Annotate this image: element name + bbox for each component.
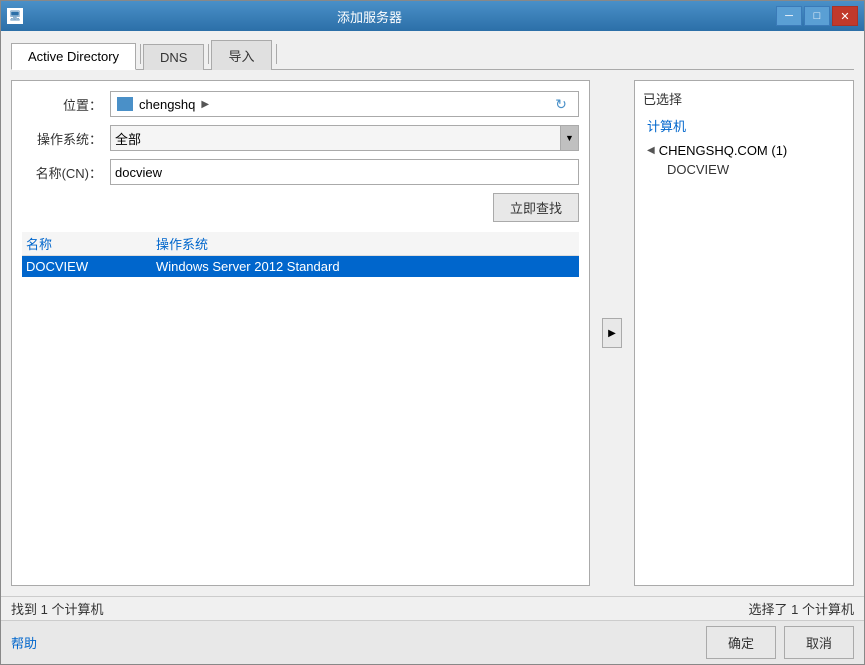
col-os-header[interactable]: 操作系统: [156, 234, 575, 253]
tab-separator-2: [208, 44, 209, 64]
location-inner: chengshq ▶: [117, 97, 209, 112]
transfer-column: ▶: [600, 80, 624, 586]
left-panel: 位置： chengshq ▶ ↻ 操作系统： 全部: [11, 80, 590, 586]
cancel-button[interactable]: 取消: [784, 626, 854, 659]
os-row: 操作系统： 全部 ▼: [22, 125, 579, 151]
location-arrow-icon: ▶: [201, 99, 209, 110]
dropdown-arrow-icon: ▼: [560, 126, 578, 150]
selected-group[interactable]: ◀ CHENGSHQ.COM (1): [643, 141, 845, 160]
tab-active-directory[interactable]: Active Directory: [11, 43, 136, 70]
window-icon: 🖥: [7, 8, 23, 24]
col-name-header[interactable]: 名称: [26, 234, 156, 253]
os-select[interactable]: 全部 ▼: [110, 125, 579, 151]
status-bar: 找到 1 个计算机 选择了 1 个计算机: [1, 596, 864, 620]
location-label: 位置：: [22, 95, 102, 114]
transfer-button[interactable]: ▶: [602, 318, 622, 348]
selected-computers-header: 计算机: [643, 114, 845, 137]
main-window: 🖥 添加服务器 ─ □ ✕ Active Directory DNS 导入: [0, 0, 865, 665]
close-button[interactable]: ✕: [832, 6, 858, 26]
window-title: 添加服务器: [23, 7, 716, 26]
location-field[interactable]: chengshq ▶ ↻: [110, 91, 579, 117]
os-label: 操作系统：: [22, 129, 102, 148]
location-row: 位置： chengshq ▶ ↻: [22, 91, 579, 117]
help-link[interactable]: 帮助: [11, 633, 37, 652]
results-body: DOCVIEW Windows Server 2012 Standard: [22, 256, 579, 575]
titlebar-buttons: ─ □ ✕: [776, 6, 858, 26]
result-os: Windows Server 2012 Standard: [156, 259, 575, 274]
result-name: DOCVIEW: [26, 259, 156, 274]
table-row[interactable]: DOCVIEW Windows Server 2012 Standard: [22, 256, 579, 277]
titlebar: 🖥 添加服务器 ─ □ ✕: [1, 1, 864, 31]
list-item[interactable]: DOCVIEW: [643, 160, 845, 179]
right-panel: 已选择 计算机 ◀ CHENGSHQ.COM (1) DOCVIEW: [634, 80, 854, 586]
search-btn-row: 立即查找: [22, 193, 579, 222]
tabbar: Active Directory DNS 导入: [11, 31, 854, 70]
tab-dns[interactable]: DNS: [143, 44, 204, 70]
titlebar-left: 🖥: [7, 8, 23, 24]
name-row: 名称(CN)：: [22, 159, 579, 185]
maximize-button[interactable]: □: [804, 6, 830, 26]
content-area: Active Directory DNS 导入 位置：: [1, 31, 864, 664]
folder-icon: [117, 97, 133, 111]
minimize-button[interactable]: ─: [776, 6, 802, 26]
main-body: 位置： chengshq ▶ ↻ 操作系统： 全部: [1, 70, 864, 596]
os-value: 全部: [115, 129, 141, 148]
group-name: CHENGSHQ.COM (1): [659, 143, 788, 158]
selected-list: 计算机 ◀ CHENGSHQ.COM (1) DOCVIEW: [643, 114, 845, 577]
tab-separator-3: [276, 44, 277, 64]
status-left: 找到 1 个计算机: [11, 599, 103, 618]
bottom-buttons: 确定 取消: [706, 626, 854, 659]
status-right: 选择了 1 个计算机: [749, 599, 854, 618]
name-label: 名称(CN)：: [22, 163, 102, 182]
results-header: 名称 操作系统: [22, 232, 579, 256]
location-value: chengshq: [139, 97, 195, 112]
right-panel-title: 已选择: [643, 89, 845, 108]
name-input[interactable]: [110, 159, 579, 185]
tab-separator-1: [140, 44, 141, 64]
refresh-button[interactable]: ↻: [550, 93, 572, 115]
bottom-bar: 帮助 确定 取消: [1, 620, 864, 664]
tab-import[interactable]: 导入: [211, 40, 271, 70]
expand-icon: ◀: [647, 145, 655, 156]
search-button[interactable]: 立即查找: [493, 193, 579, 222]
confirm-button[interactable]: 确定: [706, 626, 776, 659]
